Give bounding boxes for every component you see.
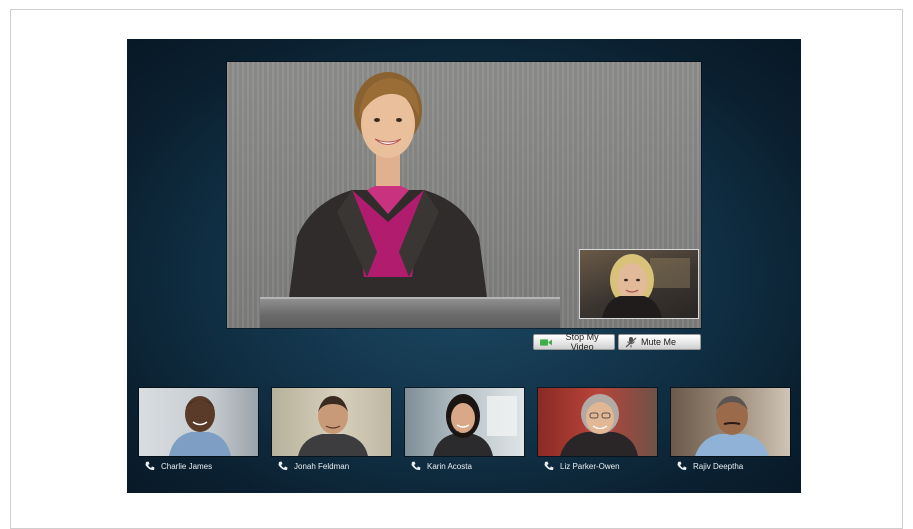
- stop-my-video-button[interactable]: Stop My Video: [533, 332, 615, 352]
- phone-icon: [278, 461, 288, 471]
- participant-name: Jonah Feldman: [294, 461, 350, 471]
- phone-icon: [677, 461, 687, 471]
- participant-video[interactable]: [139, 388, 258, 456]
- participant-name: Rajiv Deeptha: [693, 461, 744, 471]
- participant-video[interactable]: [272, 388, 391, 456]
- participant-name: Charlie James: [161, 461, 213, 471]
- podium: [260, 297, 560, 328]
- participant-tile[interactable]: Jonah Feldman: [272, 388, 391, 475]
- stop-my-video-label: Stop My Video: [565, 332, 599, 352]
- microphone-muted-icon: [625, 336, 637, 347]
- video-conference-stage: Stop My Video Mute Me Charlie James Jona…: [127, 39, 801, 493]
- participant-label: Jonah Feldman: [272, 458, 391, 474]
- participant-video[interactable]: [538, 388, 657, 456]
- participant-label: Liz Parker-Owen: [538, 458, 657, 474]
- participant-label: Charlie James: [139, 458, 258, 474]
- participant-name: Karin Acosta: [427, 461, 472, 471]
- phone-icon: [145, 461, 155, 471]
- participant-video[interactable]: [671, 388, 790, 456]
- phone-icon: [411, 461, 421, 471]
- participant-video[interactable]: [405, 388, 524, 456]
- participant-label: Rajiv Deeptha: [671, 458, 790, 474]
- participant-label: Karin Acosta: [405, 458, 524, 474]
- participant-figure: [433, 394, 517, 456]
- self-view-video[interactable]: [579, 249, 699, 319]
- self-view-figure: [602, 254, 690, 318]
- participant-tile[interactable]: Karin Acosta: [405, 388, 524, 475]
- participant-figure: [298, 396, 368, 456]
- participant-name: Liz Parker-Owen: [560, 461, 620, 471]
- participant-tile[interactable]: Charlie James: [139, 388, 258, 475]
- phone-icon: [544, 461, 554, 471]
- participant-figure: [169, 396, 231, 456]
- camera-icon: [540, 338, 553, 346]
- mute-me-label: Mute Me: [641, 337, 677, 347]
- participant-strip: Charlie James Jonah Feldman Karin Acosta…: [139, 388, 791, 480]
- main-speaker-video[interactable]: [227, 62, 701, 328]
- participant-tile[interactable]: Rajiv Deeptha: [671, 388, 790, 475]
- participant-tile[interactable]: Liz Parker-Owen: [538, 388, 657, 475]
- participant-figure: [560, 394, 638, 456]
- participant-figure: [695, 396, 769, 456]
- mute-me-button[interactable]: Mute Me: [618, 334, 701, 350]
